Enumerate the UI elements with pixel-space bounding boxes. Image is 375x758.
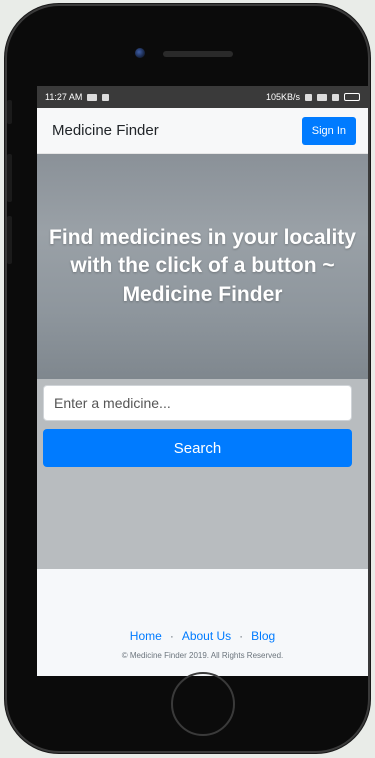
brand-title[interactable]: Medicine Finder xyxy=(52,122,159,139)
volume-down-button xyxy=(7,216,12,264)
notification-icon xyxy=(102,93,110,101)
message-icon xyxy=(87,93,98,101)
medicine-search-input[interactable] xyxy=(43,385,352,421)
copyright-text: © Medicine Finder 2019. All Rights Reser… xyxy=(121,651,284,660)
footer-separator: · xyxy=(169,629,174,643)
footer-link-blog[interactable]: Blog xyxy=(251,629,275,643)
front-camera-icon xyxy=(135,48,145,58)
footer-separator: · xyxy=(239,629,244,643)
wifi-icon xyxy=(332,93,339,101)
hero-heading: Find medicines in your locality with the… xyxy=(49,225,356,306)
navbar: Medicine Finder Sign In xyxy=(37,108,368,154)
home-button[interactable] xyxy=(171,672,235,736)
footer-link-home[interactable]: Home xyxy=(130,629,162,643)
phone-frame: 11:27 AM 105KB/s Medicine Finder Sign In… xyxy=(5,4,370,753)
status-bar: 11:27 AM 105KB/s xyxy=(37,86,368,108)
phone-screen: 11:27 AM 105KB/s Medicine Finder Sign In… xyxy=(37,86,368,676)
search-section: Search xyxy=(37,379,368,569)
footer: Home · About Us · Blog © Medicine Finder… xyxy=(37,575,368,676)
alarm-icon xyxy=(305,93,312,101)
battery-icon xyxy=(344,93,360,101)
search-button[interactable]: Search xyxy=(43,429,352,467)
network-speed: 105KB/s xyxy=(265,92,300,102)
footer-links: Home · About Us · Blog xyxy=(37,629,368,643)
footer-link-about[interactable]: About Us xyxy=(182,629,231,643)
signal-icon xyxy=(317,93,327,101)
hero-banner: Find medicines in your locality with the… xyxy=(37,154,368,379)
sign-in-button[interactable]: Sign In xyxy=(301,116,356,145)
volume-up-button xyxy=(7,154,12,202)
mute-switch xyxy=(7,100,12,124)
earpiece-speaker xyxy=(163,51,233,57)
status-time: 11:27 AM xyxy=(45,92,83,102)
